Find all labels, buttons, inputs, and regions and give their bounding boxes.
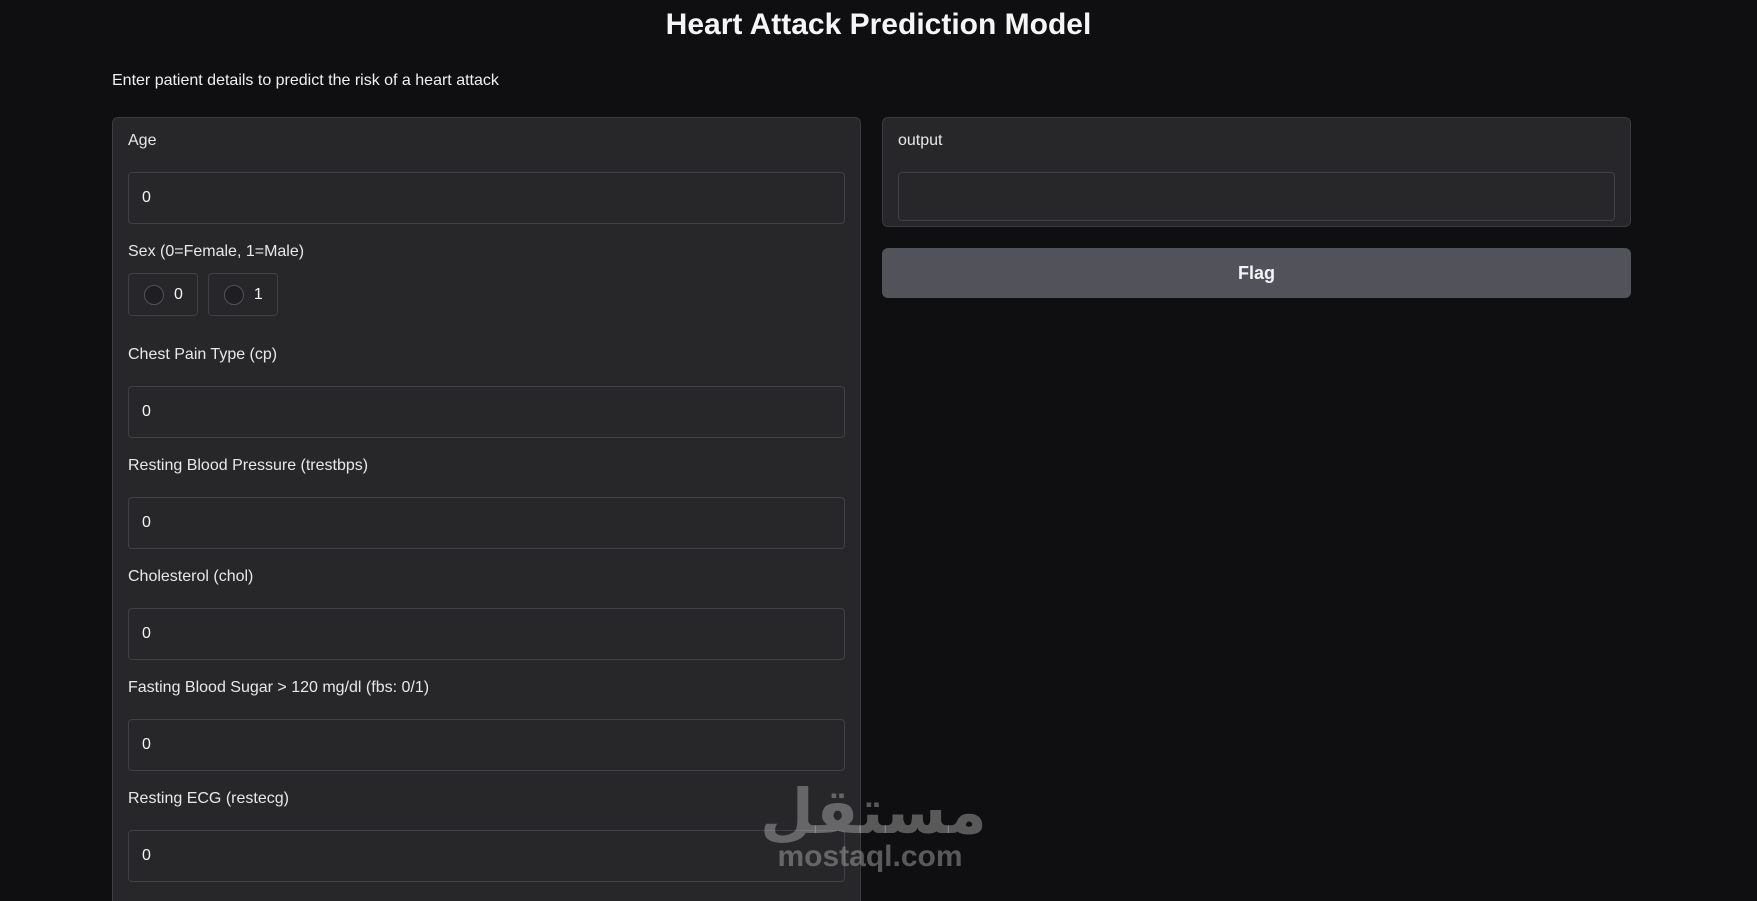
restecg-label: Resting ECG (restecg) [128, 790, 289, 807]
chol-label: Cholesterol (chol) [128, 568, 254, 585]
output-textbox[interactable] [898, 172, 1615, 221]
page-title: Heart Attack Prediction Model [665, 8, 1092, 41]
restecg-input[interactable] [128, 830, 845, 882]
cp-input[interactable] [128, 386, 845, 438]
page-description: Enter patient details to predict the ris… [112, 72, 499, 89]
output-field: output [898, 130, 1615, 221]
sex-radio-label-0: 0 [174, 285, 183, 303]
watermark-logo: مستقل mostaql.com [760, 775, 987, 873]
age-label: Age [128, 132, 157, 149]
sex-label: Sex (0=Female, 1=Male) [128, 243, 305, 260]
output-label: output [898, 132, 943, 149]
cp-label: Chest Pain Type (cp) [128, 346, 278, 363]
chol-input[interactable] [128, 608, 845, 660]
sex-radio-group: 0 1 [128, 273, 845, 316]
age-input[interactable] [128, 172, 845, 224]
flag-button[interactable]: Flag [882, 248, 1631, 298]
radio-circle-icon[interactable] [144, 284, 164, 305]
trestbps-label: Resting Blood Pressure (trestbps) [128, 457, 369, 474]
chol-field: Cholesterol (chol) [128, 566, 845, 660]
age-field: Age [128, 130, 845, 224]
fbs-field: Fasting Blood Sugar > 120 mg/dl (fbs: 0/… [128, 677, 845, 771]
cp-field: Chest Pain Type (cp) [128, 344, 845, 438]
radio-circle-icon[interactable] [223, 284, 244, 305]
sex-radio-option-0[interactable]: 0 [128, 273, 198, 316]
sex-radio-option-1[interactable]: 1 [207, 273, 278, 316]
sex-radio-label-1: 1 [253, 285, 263, 303]
fbs-input[interactable] [128, 719, 845, 771]
fbs-label: Fasting Blood Sugar > 120 mg/dl (fbs: 0/… [128, 679, 430, 696]
output-panel: output [882, 117, 1631, 227]
app-page: Heart Attack Prediction Model Enter pati… [0, 0, 1757, 901]
input-panel: Age Sex (0=Female, 1=Male) 0 1 Chest Pai… [112, 117, 861, 901]
trestbps-field: Resting Blood Pressure (trestbps) [128, 455, 845, 549]
watermark-latin: mostaql.com [777, 840, 963, 873]
sex-field: Sex (0=Female, 1=Male) 0 1 [128, 241, 845, 316]
restecg-field: Resting ECG (restecg) [128, 788, 845, 882]
watermark-arabic: مستقل [760, 775, 987, 848]
trestbps-input[interactable] [128, 497, 845, 549]
